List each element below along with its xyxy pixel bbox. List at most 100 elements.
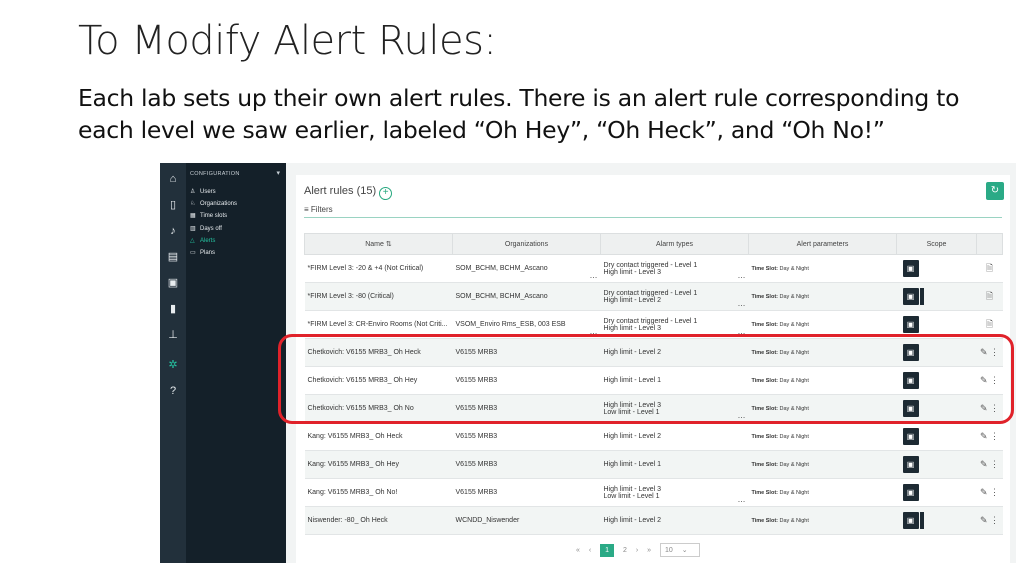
rule-alarm-types: High limit - Level 1 (600, 450, 749, 479)
rule-organizations: WCNDD_Niswender (452, 506, 601, 535)
rule-name[interactable]: Niswender: -80_ Oh Heck (304, 506, 453, 535)
sidebar-item-organizations[interactable]: ♘ Organizations (190, 200, 237, 207)
view-document-icon[interactable]: 🗎 (986, 263, 993, 273)
row-actions: ✎ ⋮ (976, 478, 1003, 507)
chevron-down-icon: ⌄ (681, 547, 688, 554)
rule-organizations: SOM_BCHM, BCHM_Ascano (452, 282, 601, 311)
rule-name[interactable]: Kang: V6155 MRB3_ Oh Heck (304, 422, 453, 451)
rule-name[interactable]: *FIRM Level 3: -80 (Critical) (304, 282, 453, 311)
scope-icon[interactable]: ▣ (902, 512, 919, 529)
prev-page-button[interactable]: ‹ (589, 547, 591, 554)
org-icon: ♘ (190, 201, 196, 207)
table-row[interactable]: *FIRM Level 3: -80 (Critical) SOM_BCHM, B… (304, 282, 1003, 311)
edit-icon[interactable]: ✎ (980, 515, 988, 525)
alarm-type: Low limit - Level 1 (603, 492, 660, 500)
icon-bar: ⌂ ▯ ♪ ▤ ▣ ▮ ⊥ ✲ ? (160, 163, 186, 563)
calendar-icon: ▦ (190, 213, 196, 219)
more-vert-icon[interactable]: ⋮ (990, 515, 999, 525)
document-icon[interactable]: ▤ (160, 245, 186, 269)
filters-toggle[interactable]: ≡ Filters (304, 205, 333, 214)
edit-icon[interactable]: ✎ (980, 487, 988, 497)
row-actions: ✎ ⋮ (976, 506, 1003, 535)
table-row[interactable]: Kang: V6155 MRB3_ Oh No! V6155 MRB3 High l… (304, 478, 1003, 507)
alarm-type: High limit - Level 3 (603, 268, 662, 276)
scope-icon[interactable]: ▣ (902, 316, 919, 333)
scope-icon[interactable]: ▣ (902, 288, 919, 305)
page-1-button[interactable]: 1 (600, 544, 615, 557)
rule-name[interactable]: *FIRM Level 3: -20 & +4 (Not Critical) (304, 254, 453, 283)
col-organizations: Organizations (452, 233, 601, 255)
alarm-type: Dry contact triggered - Level 1 (603, 289, 698, 297)
view-document-icon[interactable]: 🗎 (986, 319, 993, 329)
more-icon[interactable]: … (738, 300, 746, 308)
more-icon[interactable]: … (738, 496, 746, 504)
rule-name[interactable]: Kang: V6155 MRB3_ Oh Hey (304, 450, 453, 479)
device-icon[interactable]: ▯ (160, 193, 186, 217)
rule-organizations: V6155 MRB3 (452, 450, 601, 479)
rule-scope: ▣ (896, 422, 977, 451)
rule-alert-parameters: Time Slot: Day & Night (748, 254, 897, 283)
table-header-row: Name ⇅ Organizations Alarm types Alert p… (304, 233, 1003, 255)
col-scope: Scope (896, 233, 977, 255)
scope-extra-icon (919, 512, 924, 529)
thermometer-icon[interactable]: ▮ (160, 297, 186, 321)
edit-icon[interactable]: ✎ (980, 431, 988, 441)
user-icon: ♙ (190, 189, 196, 195)
alarm-type: High limit - Level 2 (603, 517, 662, 524)
help-icon[interactable]: ? (160, 379, 186, 403)
last-page-button[interactable]: » (647, 547, 651, 554)
sidebar-item-days-off[interactable]: ▥ Days off (190, 225, 222, 232)
scope-icon[interactable]: ▣ (902, 260, 919, 277)
alarm-type: High limit - Level 2 (603, 433, 662, 440)
edit-icon[interactable]: ✎ (980, 459, 988, 469)
scope-icon[interactable]: ▣ (902, 456, 919, 473)
table-row[interactable]: Niswender: -80_ Oh Heck WCNDD_Niswender Hi… (304, 506, 1003, 535)
sort-icon[interactable]: ⇅ (386, 241, 392, 248)
rule-organizations: V6155 MRB3 (452, 422, 601, 451)
scope-icon[interactable]: ▣ (902, 484, 919, 501)
more-vert-icon[interactable]: ⋮ (990, 459, 999, 469)
more-icon[interactable]: … (738, 272, 746, 280)
page-title: Alert rules (15) + (304, 185, 393, 200)
rule-alarm-types: Dry contact triggered - Level 1 High limi… (600, 282, 749, 311)
rule-alert-parameters: Time Slot: Day & Night (748, 282, 897, 311)
table-row[interactable]: Kang: V6155 MRB3_ Oh Heck V6155 MRB3 High … (304, 422, 1003, 451)
rule-scope: ▣ (896, 506, 977, 535)
alarm-type: High limit - Level 3 (603, 485, 662, 493)
col-name[interactable]: Name ⇅ (304, 233, 453, 255)
page-size-select[interactable]: 10 ⌄ (660, 543, 700, 557)
first-page-button[interactable]: « (576, 547, 580, 554)
slide-title: To Modify Alert Rules: (78, 18, 497, 64)
view-document-icon[interactable]: 🗎 (986, 291, 993, 301)
rule-name[interactable]: Kang: V6155 MRB3_ Oh No! (304, 478, 453, 507)
alarm-type: Dry contact triggered - Level 1 (603, 317, 698, 325)
home-icon[interactable]: ⌂ (160, 167, 186, 191)
bell-icon[interactable]: ♪ (160, 219, 186, 243)
rule-scope: ▣ (896, 254, 977, 283)
rule-alert-parameters: Time Slot: Day & Night (748, 422, 897, 451)
next-page-button[interactable]: › (636, 547, 638, 554)
pin-icon[interactable]: ▾ (276, 169, 280, 177)
sidebar-item-plans[interactable]: ▭ Plans (190, 249, 215, 256)
gear-icon[interactable]: ✲ (160, 353, 186, 377)
page-2-button[interactable]: 2 (623, 547, 627, 554)
filters-divider (304, 217, 1002, 218)
scope-icon[interactable]: ▣ (902, 428, 919, 445)
rule-alert-parameters: Time Slot: Day & Night (748, 506, 897, 535)
refresh-button[interactable]: ↻ (986, 182, 1004, 200)
more-vert-icon[interactable]: ⋮ (990, 431, 999, 441)
shelf-icon[interactable]: ⊥ (160, 323, 186, 347)
table-row[interactable]: Kang: V6155 MRB3_ Oh Hey V6155 MRB3 High l… (304, 450, 1003, 479)
sidebar-item-users[interactable]: ♙ Users (190, 188, 216, 195)
alarm-type: High limit - Level 2 (603, 296, 662, 304)
table-row[interactable]: *FIRM Level 3: -20 & +4 (Not Critical) SO… (304, 254, 1003, 283)
add-rule-button[interactable]: + (379, 187, 393, 200)
sensor-icon[interactable]: ▣ (160, 271, 186, 295)
more-icon[interactable]: … (590, 272, 598, 280)
sidebar-item-time-slots[interactable]: ▦ Time slots (190, 212, 227, 219)
row-actions: ✎ ⋮ (976, 450, 1003, 479)
more-vert-icon[interactable]: ⋮ (990, 487, 999, 497)
alarm-type: Dry contact triggered - Level 1 (603, 261, 698, 269)
col-actions (976, 233, 1003, 255)
sidebar-item-alerts[interactable]: △ Alerts (190, 237, 215, 244)
